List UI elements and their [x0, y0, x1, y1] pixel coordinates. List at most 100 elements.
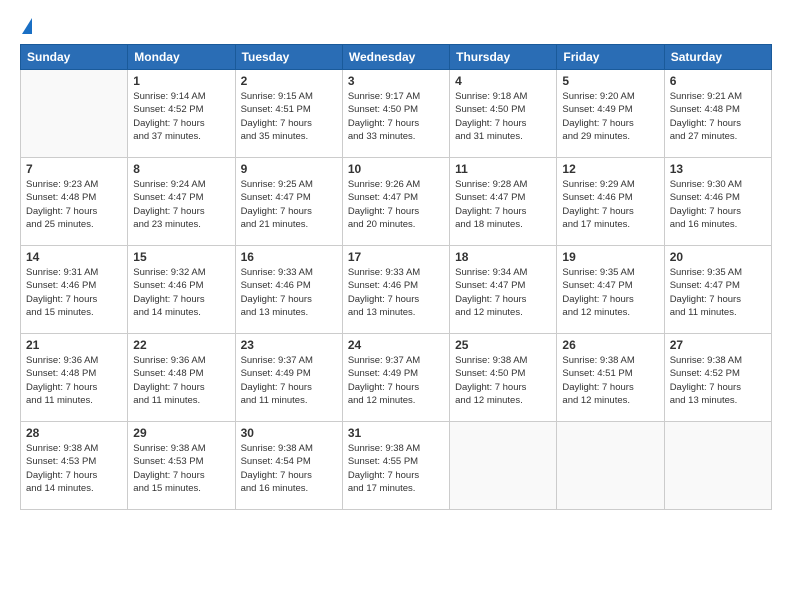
calendar-cell: 5 Sunrise: 9:20 AM Sunset: 4:49 PM Daylig…	[557, 70, 664, 158]
day-info: Sunrise: 9:37 AM Sunset: 4:49 PM Dayligh…	[241, 354, 337, 407]
calendar-cell: 25 Sunrise: 9:38 AM Sunset: 4:50 PM Dayli…	[450, 334, 557, 422]
day-info: Sunrise: 9:37 AM Sunset: 4:49 PM Dayligh…	[348, 354, 444, 407]
calendar-cell: 16Sunrise: 9:33 AM Sunset: 4:46 PM Dayli…	[235, 246, 342, 334]
day-number: 18	[455, 250, 551, 264]
day-number: 28	[26, 426, 122, 440]
day-number: 12	[562, 162, 658, 176]
day-info: Sunrise: 9:38 AM Sunset: 4:54 PM Dayligh…	[241, 442, 337, 495]
day-info: Sunrise: 9:24 AM Sunset: 4:47 PM Dayligh…	[133, 178, 229, 231]
calendar-cell: 19 Sunrise: 9:35 AM Sunset: 4:47 PM Dayli…	[557, 246, 664, 334]
calendar-cell: 22 Sunrise: 9:36 AM Sunset: 4:48 PM Dayli…	[128, 334, 235, 422]
day-number: 30	[241, 426, 337, 440]
day-info: Sunrise: 9:36 AM Sunset: 4:48 PM Dayligh…	[133, 354, 229, 407]
day-number: 10	[348, 162, 444, 176]
day-number: 17	[348, 250, 444, 264]
day-number: 3	[348, 74, 444, 88]
calendar-cell: 3 Sunrise: 9:17 AM Sunset: 4:50 PM Daylig…	[342, 70, 449, 158]
calendar-week-3: 14 Sunrise: 9:31 AM Sunset: 4:46 PM Dayli…	[21, 246, 772, 334]
day-number: 27	[670, 338, 766, 352]
day-number: 11	[455, 162, 551, 176]
calendar-header-row: SundayMondayTuesdayWednesdayThursdayFrid…	[21, 45, 772, 70]
calendar-cell	[664, 422, 771, 510]
day-info: Sunrise: 9:36 AM Sunset: 4:48 PM Dayligh…	[26, 354, 122, 407]
day-number: 29	[133, 426, 229, 440]
calendar-week-5: 28 Sunrise: 9:38 AM Sunset: 4:53 PM Dayli…	[21, 422, 772, 510]
day-info: Sunrise: 9:29 AM Sunset: 4:46 PM Dayligh…	[562, 178, 658, 231]
day-info: Sunrise: 9:17 AM Sunset: 4:50 PM Dayligh…	[348, 90, 444, 143]
calendar-cell: 6 Sunrise: 9:21 AM Sunset: 4:48 PM Daylig…	[664, 70, 771, 158]
calendar-cell: 4 Sunrise: 9:18 AM Sunset: 4:50 PM Daylig…	[450, 70, 557, 158]
day-info: Sunrise: 9:18 AM Sunset: 4:50 PM Dayligh…	[455, 90, 551, 143]
page: SundayMondayTuesdayWednesdayThursdayFrid…	[0, 0, 792, 612]
calendar-cell: 31 Sunrise: 9:38 AM Sunset: 4:55 PM Dayli…	[342, 422, 449, 510]
day-number: 4	[455, 74, 551, 88]
calendar-cell: 13 Sunrise: 9:30 AM Sunset: 4:46 PM Dayli…	[664, 158, 771, 246]
day-info: Sunrise: 9:15 AM Sunset: 4:51 PM Dayligh…	[241, 90, 337, 143]
day-number: 20	[670, 250, 766, 264]
day-number: 7	[26, 162, 122, 176]
day-number: 19	[562, 250, 658, 264]
day-info: Sunrise: 9:26 AM Sunset: 4:47 PM Dayligh…	[348, 178, 444, 231]
day-info: Sunrise: 9:38 AM Sunset: 4:50 PM Dayligh…	[455, 354, 551, 407]
calendar-cell: 1 Sunrise: 9:14 AM Sunset: 4:52 PM Daylig…	[128, 70, 235, 158]
calendar-week-2: 7 Sunrise: 9:23 AM Sunset: 4:48 PM Daylig…	[21, 158, 772, 246]
calendar-cell: 27 Sunrise: 9:38 AM Sunset: 4:52 PM Dayli…	[664, 334, 771, 422]
calendar-cell: 23Sunrise: 9:37 AM Sunset: 4:49 PM Dayli…	[235, 334, 342, 422]
day-number: 15	[133, 250, 229, 264]
calendar-cell: 30 Sunrise: 9:38 AM Sunset: 4:54 PM Dayli…	[235, 422, 342, 510]
day-number: 1	[133, 74, 229, 88]
day-info: Sunrise: 9:38 AM Sunset: 4:55 PM Dayligh…	[348, 442, 444, 495]
calendar-cell: 12 Sunrise: 9:29 AM Sunset: 4:46 PM Dayli…	[557, 158, 664, 246]
day-info: Sunrise: 9:38 AM Sunset: 4:51 PM Dayligh…	[562, 354, 658, 407]
day-info: Sunrise: 9:28 AM Sunset: 4:47 PM Dayligh…	[455, 178, 551, 231]
day-info: Sunrise: 9:33 AM Sunset: 4:46 PM Dayligh…	[348, 266, 444, 319]
weekday-header-wednesday: Wednesday	[342, 45, 449, 70]
calendar-week-4: 21Sunrise: 9:36 AM Sunset: 4:48 PM Dayli…	[21, 334, 772, 422]
day-number: 14	[26, 250, 122, 264]
day-number: 22	[133, 338, 229, 352]
logo	[20, 18, 32, 36]
calendar-cell	[21, 70, 128, 158]
calendar-cell	[557, 422, 664, 510]
calendar-cell: 9 Sunrise: 9:25 AM Sunset: 4:47 PM Daylig…	[235, 158, 342, 246]
day-info: Sunrise: 9:30 AM Sunset: 4:46 PM Dayligh…	[670, 178, 766, 231]
day-info: Sunrise: 9:20 AM Sunset: 4:49 PM Dayligh…	[562, 90, 658, 143]
day-info: Sunrise: 9:25 AM Sunset: 4:47 PM Dayligh…	[241, 178, 337, 231]
day-number: 8	[133, 162, 229, 176]
day-info: Sunrise: 9:35 AM Sunset: 4:47 PM Dayligh…	[670, 266, 766, 319]
calendar-week-1: 1 Sunrise: 9:14 AM Sunset: 4:52 PM Daylig…	[21, 70, 772, 158]
calendar-cell: 24Sunrise: 9:37 AM Sunset: 4:49 PM Dayli…	[342, 334, 449, 422]
day-number: 16	[241, 250, 337, 264]
day-number: 9	[241, 162, 337, 176]
calendar-cell: 10 Sunrise: 9:26 AM Sunset: 4:47 PM Dayli…	[342, 158, 449, 246]
calendar-cell: 28 Sunrise: 9:38 AM Sunset: 4:53 PM Dayli…	[21, 422, 128, 510]
weekday-header-friday: Friday	[557, 45, 664, 70]
calendar-cell: 17 Sunrise: 9:33 AM Sunset: 4:46 PM Dayli…	[342, 246, 449, 334]
day-number: 13	[670, 162, 766, 176]
weekday-header-monday: Monday	[128, 45, 235, 70]
calendar-cell: 29 Sunrise: 9:38 AM Sunset: 4:53 PM Dayli…	[128, 422, 235, 510]
day-number: 31	[348, 426, 444, 440]
day-number: 25	[455, 338, 551, 352]
day-info: Sunrise: 9:14 AM Sunset: 4:52 PM Dayligh…	[133, 90, 229, 143]
calendar-cell: 8 Sunrise: 9:24 AM Sunset: 4:47 PM Daylig…	[128, 158, 235, 246]
weekday-header-tuesday: Tuesday	[235, 45, 342, 70]
day-info: Sunrise: 9:31 AM Sunset: 4:46 PM Dayligh…	[26, 266, 122, 319]
day-number: 2	[241, 74, 337, 88]
day-info: Sunrise: 9:38 AM Sunset: 4:52 PM Dayligh…	[670, 354, 766, 407]
weekday-header-thursday: Thursday	[450, 45, 557, 70]
day-number: 6	[670, 74, 766, 88]
header	[20, 18, 772, 36]
day-info: Sunrise: 9:38 AM Sunset: 4:53 PM Dayligh…	[26, 442, 122, 495]
calendar-cell: 2 Sunrise: 9:15 AM Sunset: 4:51 PM Daylig…	[235, 70, 342, 158]
day-number: 26	[562, 338, 658, 352]
day-info: Sunrise: 9:35 AM Sunset: 4:47 PM Dayligh…	[562, 266, 658, 319]
logo-triangle-icon	[22, 18, 32, 34]
calendar-cell: 7 Sunrise: 9:23 AM Sunset: 4:48 PM Daylig…	[21, 158, 128, 246]
day-info: Sunrise: 9:38 AM Sunset: 4:53 PM Dayligh…	[133, 442, 229, 495]
day-info: Sunrise: 9:23 AM Sunset: 4:48 PM Dayligh…	[26, 178, 122, 231]
day-info: Sunrise: 9:21 AM Sunset: 4:48 PM Dayligh…	[670, 90, 766, 143]
calendar-table: SundayMondayTuesdayWednesdayThursdayFrid…	[20, 44, 772, 510]
calendar-cell: 15Sunrise: 9:32 AM Sunset: 4:46 PM Dayli…	[128, 246, 235, 334]
day-number: 5	[562, 74, 658, 88]
